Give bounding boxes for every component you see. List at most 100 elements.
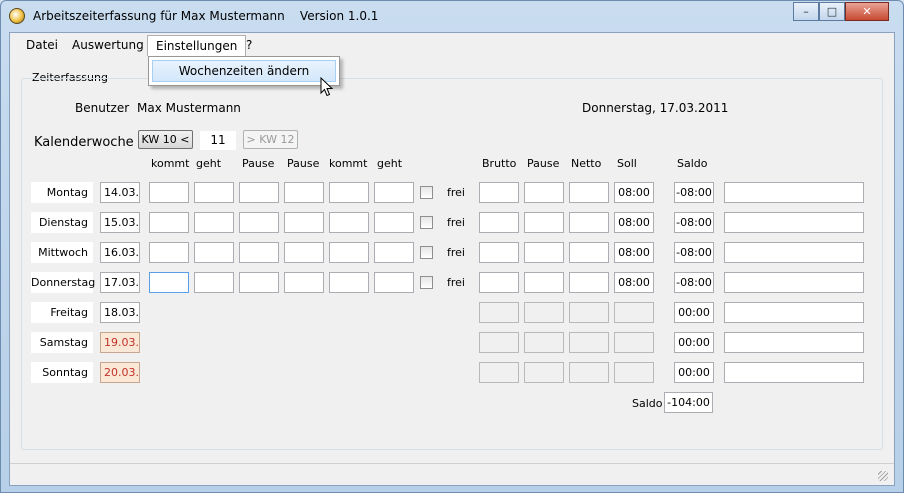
- frei-label: frei: [447, 276, 465, 289]
- time-input[interactable]: [374, 242, 414, 263]
- soll-field: 08:00: [614, 212, 654, 233]
- day-date: 18.03.: [100, 302, 140, 323]
- saldo-field: 00:00: [674, 362, 714, 383]
- day-date: 17.03.: [100, 272, 140, 293]
- column-header: geht: [377, 157, 403, 170]
- day-date: 15.03.: [100, 212, 140, 233]
- brutto-field: [479, 272, 519, 293]
- application-window: Arbeitszeiterfassung für Max Mustermann …: [0, 0, 904, 493]
- window-title: Arbeitszeiterfassung für Max Mustermann …: [33, 9, 379, 23]
- einstellungen-dropdown: Wochenzeiten ändern: [148, 56, 340, 86]
- note-input[interactable]: [724, 362, 864, 383]
- day-name: Freitag: [31, 302, 93, 323]
- soll-field: [614, 302, 654, 323]
- brutto-field: [479, 212, 519, 233]
- time-input[interactable]: [194, 272, 234, 293]
- total-saldo-value: -104:00: [664, 392, 713, 413]
- frei-label: frei: [447, 246, 465, 259]
- day-date: 14.03.: [100, 182, 140, 203]
- column-header: Brutto: [482, 157, 517, 170]
- time-input[interactable]: [149, 272, 189, 293]
- title-bar[interactable]: Arbeitszeiterfassung für Max Mustermann …: [1, 1, 903, 33]
- pause-field: [524, 242, 564, 263]
- column-header: kommt: [151, 157, 190, 170]
- day-date: 20.03.: [100, 362, 140, 383]
- day-name: Sonntag: [31, 362, 93, 383]
- netto-field: [569, 212, 609, 233]
- soll-field: 08:00: [614, 182, 654, 203]
- time-input[interactable]: [194, 182, 234, 203]
- time-input[interactable]: [329, 182, 369, 203]
- mouse-cursor-icon: [320, 77, 334, 97]
- column-header: geht: [196, 157, 222, 170]
- maximize-button[interactable]: □: [819, 2, 845, 21]
- menu-auswertung[interactable]: Auswertung: [64, 35, 152, 56]
- pause-field: [524, 182, 564, 203]
- time-input[interactable]: [239, 212, 279, 233]
- note-input[interactable]: [724, 242, 864, 263]
- time-input[interactable]: [329, 272, 369, 293]
- day-name: Donnerstag: [31, 272, 95, 293]
- day-name: Montag: [31, 182, 93, 203]
- minimize-button[interactable]: –: [793, 2, 819, 21]
- time-input[interactable]: [284, 272, 324, 293]
- netto-field: [569, 272, 609, 293]
- time-input[interactable]: [194, 212, 234, 233]
- time-input[interactable]: [284, 182, 324, 203]
- column-header: Soll: [617, 157, 637, 170]
- netto-field: [569, 362, 609, 383]
- time-input[interactable]: [374, 182, 414, 203]
- day-date: 19.03.: [100, 332, 140, 353]
- time-input[interactable]: [194, 242, 234, 263]
- time-input[interactable]: [239, 272, 279, 293]
- time-input[interactable]: [239, 182, 279, 203]
- close-button[interactable]: ✕: [845, 2, 889, 21]
- menu-datei[interactable]: Datei: [18, 35, 66, 56]
- status-bar: [10, 463, 894, 485]
- user-label: Benutzer: [75, 101, 130, 115]
- day-date: 16.03.: [100, 242, 140, 263]
- day-name: Samstag: [31, 332, 93, 353]
- time-input[interactable]: [329, 212, 369, 233]
- column-header: Pause: [242, 157, 275, 170]
- menu-help[interactable]: ?: [238, 35, 260, 56]
- time-input[interactable]: [284, 242, 324, 263]
- time-input[interactable]: [239, 242, 279, 263]
- pause-field: [524, 302, 564, 323]
- soll-field: [614, 332, 654, 353]
- netto-field: [569, 182, 609, 203]
- column-header: Pause: [527, 157, 560, 170]
- week-label: Kalenderwoche: [34, 135, 134, 150]
- time-input[interactable]: [329, 242, 369, 263]
- netto-field: [569, 242, 609, 263]
- next-week-button[interactable]: > KW 12: [243, 130, 298, 149]
- menu-einstellungen[interactable]: Einstellungen: [147, 35, 247, 56]
- resize-grip-icon[interactable]: [878, 471, 888, 481]
- note-input[interactable]: [724, 332, 864, 353]
- soll-field: 08:00: [614, 242, 654, 263]
- menu-item-wochenzeiten[interactable]: Wochenzeiten ändern: [152, 60, 336, 82]
- note-input[interactable]: [724, 302, 864, 323]
- frei-checkbox[interactable]: [420, 216, 433, 229]
- frei-label: frei: [447, 186, 465, 199]
- time-input[interactable]: [149, 182, 189, 203]
- prev-week-button[interactable]: KW 10 <: [138, 130, 193, 149]
- note-input[interactable]: [724, 272, 864, 293]
- saldo-field: -08:00: [674, 182, 714, 203]
- time-input[interactable]: [284, 212, 324, 233]
- frei-checkbox[interactable]: [420, 186, 433, 199]
- time-input[interactable]: [374, 272, 414, 293]
- frei-checkbox[interactable]: [420, 246, 433, 259]
- frei-checkbox[interactable]: [420, 276, 433, 289]
- client-area: Datei Auswertung Einstellungen ? Zeiterf…: [9, 32, 895, 486]
- note-input[interactable]: [724, 182, 864, 203]
- note-input[interactable]: [724, 212, 864, 233]
- day-name: Mittwoch: [31, 242, 93, 263]
- saldo-field: -08:00: [674, 242, 714, 263]
- time-input[interactable]: [149, 212, 189, 233]
- soll-field: [614, 362, 654, 383]
- brutto-field: [479, 332, 519, 353]
- user-name: Max Mustermann: [137, 101, 241, 115]
- time-input[interactable]: [374, 212, 414, 233]
- time-input[interactable]: [149, 242, 189, 263]
